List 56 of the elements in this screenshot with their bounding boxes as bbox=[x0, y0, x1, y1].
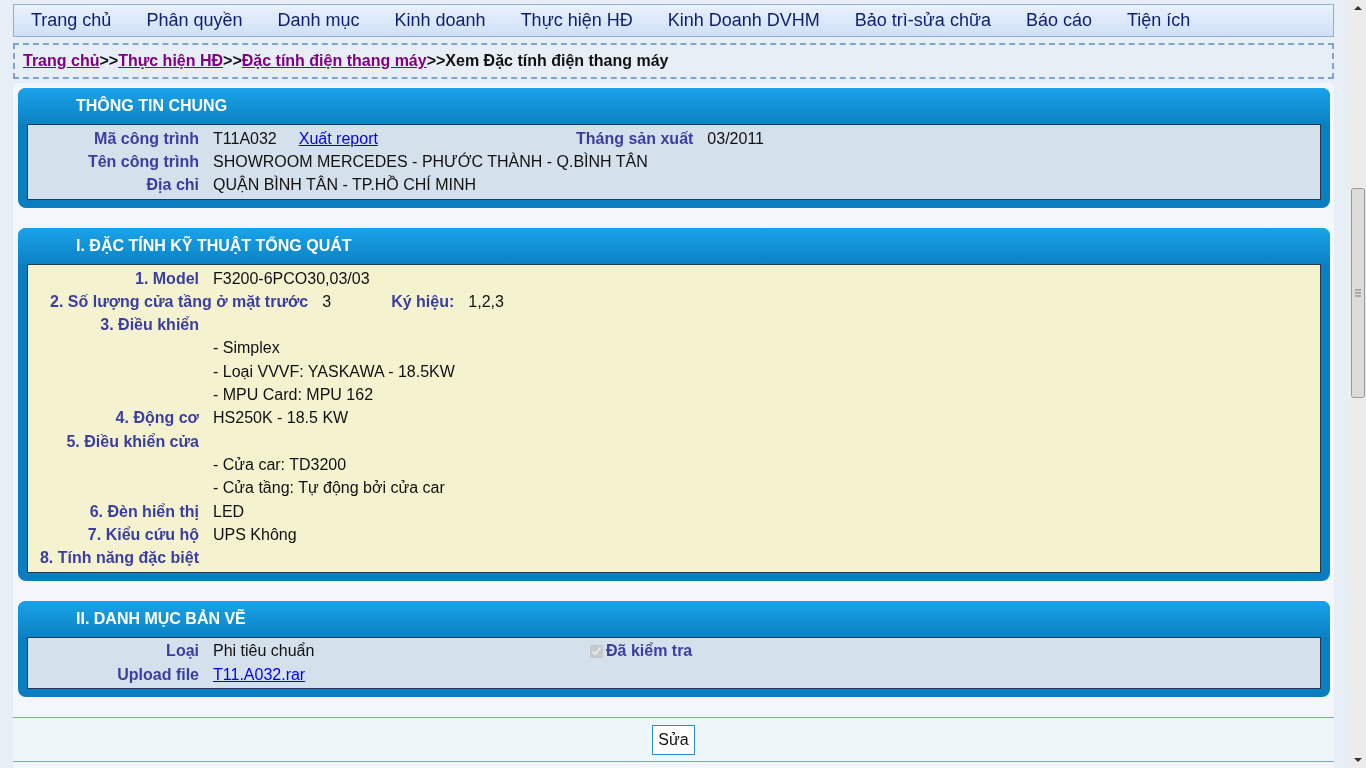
field-value: 1,2,3 bbox=[468, 291, 504, 312]
breadcrumb-current: Xem Đặc tính điện thang máy bbox=[445, 51, 669, 71]
field-label: 1. Model bbox=[134, 268, 199, 289]
menu-item[interactable]: Bảo trì-sửa chữa bbox=[843, 7, 1002, 34]
field-label: 7. Kiểu cứu hộ bbox=[86, 524, 199, 545]
menu-item[interactable]: Báo cáo bbox=[1014, 7, 1103, 34]
breadcrumb-separator: >> bbox=[223, 51, 242, 71]
breadcrumb-link[interactable]: Đặc tính điện thang máy bbox=[241, 49, 427, 73]
field-value: - Loại VVVF: YASKAWA - 18.5KW bbox=[213, 361, 455, 382]
field-label: Tên công trình bbox=[86, 151, 199, 172]
field-label: 6. Đèn hiển thị bbox=[88, 501, 199, 522]
field-value: - MPU Card: MPU 162 bbox=[213, 385, 374, 406]
scroll-thumb-drawing[interactable] bbox=[1350, 188, 1366, 398]
breadcrumb-link[interactable]: Trang chủ bbox=[23, 49, 100, 73]
field-value: QUẬN BÌNH TÂN - TP.HỒ CHÍ MINH bbox=[213, 174, 477, 196]
field-value: LED bbox=[213, 501, 245, 522]
breadcrumb-separator: >> bbox=[99, 51, 119, 71]
field-label: Ký hiệu: bbox=[391, 291, 455, 312]
field-label: 5. Điều khiển cửa bbox=[65, 431, 199, 452]
menu-item[interactable]: Phân quyền bbox=[135, 7, 254, 34]
section-title: THÔNG TIN CHUNG bbox=[18, 88, 1330, 124]
menu-item[interactable]: Trang chủ bbox=[20, 7, 123, 34]
section-title: II. DANH MỤC BẢN VẼ bbox=[18, 600, 1330, 637]
field-value: - Cửa tầng: Tự động bởi cửa car bbox=[213, 478, 445, 499]
field-label: 8. Tính năng đặc biệt bbox=[38, 548, 199, 569]
field-label: 3. Điều khiển bbox=[99, 315, 199, 336]
field-value: - Cửa car: TD3200 bbox=[213, 454, 347, 475]
vertical-scrollbar[interactable] bbox=[1350, 0, 1366, 768]
menu-item[interactable]: Kinh Doanh DVHM bbox=[656, 7, 831, 34]
menu-item[interactable]: Danh mục bbox=[266, 7, 371, 34]
field-value: 3 bbox=[322, 291, 332, 312]
field-label: Địa chỉ bbox=[145, 175, 199, 196]
field-value: 03/2011 bbox=[707, 128, 764, 149]
field-value: F3200-6PCO30,03/03 bbox=[213, 268, 370, 289]
field-label: Upload file bbox=[116, 664, 199, 685]
field-value: T11A032 bbox=[213, 128, 277, 149]
menu-item[interactable]: Tiện ích bbox=[1116, 7, 1202, 34]
field-label: 2. Số lượng cửa tầng ở mặt trước bbox=[49, 291, 309, 312]
field-label: 4. Động cơ bbox=[114, 408, 199, 429]
field-value: HS250K - 18.5 KW bbox=[213, 408, 349, 429]
field-label: Loại bbox=[165, 641, 199, 662]
edit-button[interactable]: Sửa bbox=[652, 724, 695, 755]
section-title: I. ĐẶC TÍNH KỸ THUẬT TỔNG QUÁT bbox=[18, 227, 1330, 264]
breadcrumb-separator: >> bbox=[426, 51, 446, 71]
breadcrumb-link[interactable]: Thực hiện HĐ bbox=[118, 49, 224, 73]
checkbox-label: Đã kiểm tra bbox=[606, 641, 693, 662]
field-label: Mã công trình bbox=[93, 128, 199, 149]
field-value: UPS Không bbox=[213, 524, 297, 545]
field-value: SHOWROOM MERCEDES - PHƯỚC THÀNH - Q.BÌNH TÂN bbox=[213, 151, 648, 172]
report-link[interactable]: Xuất report bbox=[298, 126, 378, 151]
menu-item[interactable]: Kinh doanh bbox=[383, 7, 497, 34]
field-label: Tháng sản xuất bbox=[576, 128, 694, 149]
menu-item[interactable]: Thực hiện HĐ bbox=[509, 7, 644, 34]
field-value: Phi tiêu chuẩn bbox=[213, 641, 315, 662]
field-value: - Simplex bbox=[213, 338, 280, 359]
file-link[interactable]: T11.A032.rar bbox=[213, 662, 306, 687]
